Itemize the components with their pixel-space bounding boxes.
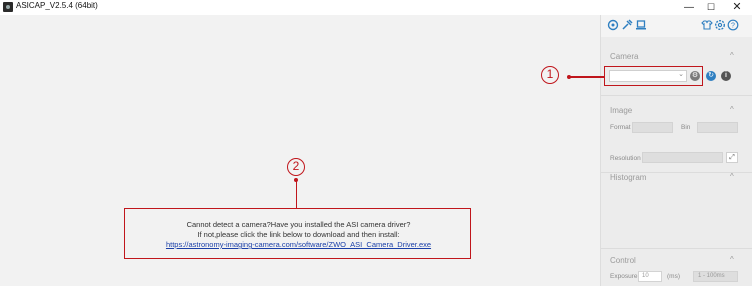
resolution-label: Resolution — [610, 155, 641, 162]
histogram-collapse-chevron-icon[interactable]: ^ — [730, 172, 734, 181]
control-section-title: Control — [610, 256, 636, 265]
camera-select-highlight — [604, 66, 703, 86]
message-line-1: Cannot detect a camera?Have you installe… — [186, 220, 411, 229]
info-button[interactable]: i — [721, 71, 731, 81]
refresh-button[interactable]: ↻ — [706, 71, 716, 81]
exposure-range-select[interactable]: 1 - 100ms — [693, 271, 738, 282]
histogram-section-title: Histogram — [610, 173, 647, 182]
callout-marker-1: 1 — [541, 66, 559, 84]
message-line-2: If not,please click the link below to do… — [197, 230, 400, 239]
shirt-icon[interactable] — [700, 19, 713, 32]
callout-marker-2: 2 — [287, 158, 305, 176]
window-title: ASICAP_V2.5.4 (64bit) — [16, 1, 98, 10]
driver-message-box: Cannot detect a camera?Have you installe… — [124, 208, 471, 259]
driver-download-link[interactable]: https://astronomy-imaging-camera.com/sof… — [166, 240, 431, 249]
callout-2-connector — [295, 180, 297, 208]
image-collapse-chevron-icon[interactable]: ^ — [730, 105, 734, 114]
maximize-button[interactable]: ☐ — [700, 0, 722, 15]
driver-link-row: https://astronomy-imaging-camera.com/sof… — [125, 240, 472, 249]
format-select[interactable] — [632, 122, 673, 133]
exposure-unit: (ms) — [667, 273, 680, 280]
format-label: Format — [610, 124, 631, 131]
settings-icon[interactable] — [713, 19, 726, 32]
resolution-select[interactable] — [642, 152, 723, 163]
svg-text:?: ? — [731, 23, 735, 30]
control-panel: ? Camera ^ ⌄ ⚙ ↻ i Image ^ Format Bin Re… — [600, 15, 752, 286]
histogram-divider — [601, 248, 752, 249]
exposure-label: Exposure — [610, 273, 638, 280]
panel-toolbar: ? — [601, 15, 752, 37]
camera-section-title: Camera — [610, 52, 639, 61]
exposure-value: 10 — [642, 273, 649, 279]
control-collapse-chevron-icon[interactable]: ^ — [730, 255, 734, 264]
image-section-title: Image — [610, 106, 633, 115]
title-bar: ASICAP_V2.5.4 (64bit) — ☐ ✕ — [0, 0, 752, 15]
exposure-input[interactable]: 10 — [638, 271, 662, 282]
bin-select[interactable] — [697, 122, 738, 133]
help-icon[interactable]: ? — [726, 19, 739, 32]
app-icon — [3, 2, 13, 12]
camera-divider — [601, 95, 752, 96]
laptop-icon[interactable] — [634, 19, 647, 32]
expand-icon[interactable]: ⤢ — [726, 152, 738, 163]
close-button[interactable]: ✕ — [726, 0, 748, 15]
camera-collapse-chevron-icon[interactable]: ^ — [730, 51, 734, 60]
exposure-range: 1 - 100ms — [698, 273, 725, 279]
bin-label: Bin — [681, 124, 691, 131]
tools-icon[interactable] — [620, 19, 633, 32]
usb-hub-icon[interactable] — [606, 19, 619, 32]
callout-1-connector — [569, 76, 604, 78]
callout-1-dot — [567, 74, 571, 79]
minimize-button[interactable]: — — [678, 0, 700, 15]
